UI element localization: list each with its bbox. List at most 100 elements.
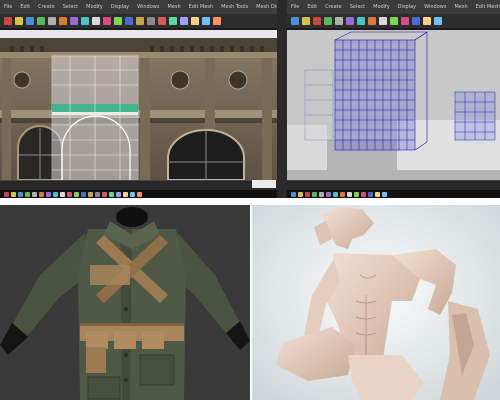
left-taskbar	[0, 190, 277, 198]
left-menu-item[interactable]: Mesh Tools	[221, 4, 248, 10]
left-taskbar-app-icon[interactable]	[53, 191, 58, 197]
left-taskbar-app-icon[interactable]	[11, 191, 16, 197]
right-menu-item[interactable]: Select	[350, 4, 365, 10]
right-taskbar-app-icon[interactable]	[347, 191, 352, 197]
right-shelf-tool-icon[interactable]	[313, 17, 321, 25]
left-menu-item[interactable]: Display	[111, 4, 129, 10]
left-shelf-tool-icon[interactable]	[81, 17, 89, 25]
right-taskbar-app-icon[interactable]	[298, 191, 303, 197]
left-shelf-tool-icon[interactable]	[147, 17, 155, 25]
right-taskbar-app-icon[interactable]	[312, 191, 317, 197]
jacket-render	[0, 205, 250, 400]
left-shelf-tool-icon[interactable]	[70, 17, 78, 25]
right-shelf-tool-icon[interactable]	[434, 17, 442, 25]
left-shelf-tool-icon[interactable]	[158, 17, 166, 25]
left-shelf-tool-icon[interactable]	[4, 17, 12, 25]
left-taskbar-app-icon[interactable]	[46, 191, 51, 197]
right-menu-item[interactable]: Edit	[307, 4, 317, 10]
right-shelf-tool-icon[interactable]	[357, 17, 365, 25]
wireframe-render	[287, 30, 500, 180]
left-taskbar-app-icon[interactable]	[81, 191, 86, 197]
marble-statue-render	[252, 205, 500, 400]
right-taskbar-app-icon[interactable]	[361, 191, 366, 197]
right-shelf-toolbar	[287, 14, 500, 28]
left-menu-item[interactable]: Mesh Display	[256, 4, 277, 10]
left-taskbar-app-icon[interactable]	[102, 191, 107, 197]
right-taskbar-app-icon[interactable]	[375, 191, 380, 197]
left-shelf-tool-icon[interactable]	[59, 17, 67, 25]
left-menu-item[interactable]: Modify	[86, 4, 103, 10]
left-taskbar-app-icon[interactable]	[32, 191, 37, 197]
left-shelf-tool-icon[interactable]	[114, 17, 122, 25]
right-timeline[interactable]	[287, 180, 500, 190]
right-taskbar-app-icon[interactable]	[382, 191, 387, 197]
left-menu-item[interactable]: Select	[63, 4, 78, 10]
left-menu-item[interactable]: Edit Mesh	[189, 4, 213, 10]
left-menu-item[interactable]: Windows	[137, 4, 159, 10]
right-menu-item[interactable]: Create	[325, 4, 342, 10]
left-taskbar-app-icon[interactable]	[137, 191, 142, 197]
right-menu-item[interactable]: Display	[398, 4, 416, 10]
right-shelf-tool-icon[interactable]	[291, 17, 299, 25]
right-taskbar-app-icon[interactable]	[354, 191, 359, 197]
right-shelf-tool-icon[interactable]	[302, 17, 310, 25]
left-shelf-tool-icon[interactable]	[202, 17, 210, 25]
left-menu-item[interactable]: Create	[38, 4, 55, 10]
right-menu-item[interactable]: Modify	[373, 4, 390, 10]
left-taskbar-app-icon[interactable]	[130, 191, 135, 197]
right-taskbar-app-icon[interactable]	[326, 191, 331, 197]
left-shelf-tool-icon[interactable]	[136, 17, 144, 25]
left-taskbar-app-icon[interactable]	[39, 191, 44, 197]
left-shelf-tool-icon[interactable]	[169, 17, 177, 25]
left-taskbar-app-icon[interactable]	[88, 191, 93, 197]
right-shelf-tool-icon[interactable]	[401, 17, 409, 25]
right-taskbar	[287, 190, 500, 198]
left-menubar: File Edit Create Select Modify Display Windows…	[0, 0, 277, 14]
left-taskbar-app-icon[interactable]	[67, 191, 72, 197]
left-timeline[interactable]	[0, 180, 277, 190]
left-taskbar-app-icon[interactable]	[60, 191, 65, 197]
left-shelf-tool-icon[interactable]	[180, 17, 188, 25]
left-taskbar-app-icon[interactable]	[109, 191, 114, 197]
left-taskbar-app-icon[interactable]	[116, 191, 121, 197]
left-taskbar-app-icon[interactable]	[95, 191, 100, 197]
left-taskbar-app-icon[interactable]	[18, 191, 23, 197]
left-shelf-tool-icon[interactable]	[213, 17, 221, 25]
right-taskbar-app-icon[interactable]	[305, 191, 310, 197]
right-menu-item[interactable]: Edit Mesh	[476, 4, 500, 10]
left-shelf-tool-icon[interactable]	[48, 17, 56, 25]
left-shelf-tool-icon[interactable]	[37, 17, 45, 25]
right-shelf-tool-icon[interactable]	[379, 17, 387, 25]
right-shelf-tool-icon[interactable]	[412, 17, 420, 25]
left-shelf-tool-icon[interactable]	[125, 17, 133, 25]
left-menu-item[interactable]: Mesh	[167, 4, 180, 10]
right-taskbar-app-icon[interactable]	[368, 191, 373, 197]
right-shelf-tool-icon[interactable]	[423, 17, 431, 25]
right-shelf-tool-icon[interactable]	[335, 17, 343, 25]
right-shelf-tool-icon[interactable]	[346, 17, 354, 25]
right-shelf-tool-icon[interactable]	[390, 17, 398, 25]
right-taskbar-app-icon[interactable]	[319, 191, 324, 197]
right-shelf-tool-icon[interactable]	[368, 17, 376, 25]
right-taskbar-app-icon[interactable]	[340, 191, 345, 197]
left-shelf-tool-icon[interactable]	[15, 17, 23, 25]
left-shelf-tool-icon[interactable]	[191, 17, 199, 25]
right-shelf-tool-icon[interactable]	[324, 17, 332, 25]
left-shelf-tool-icon[interactable]	[103, 17, 111, 25]
left-taskbar-app-icon[interactable]	[25, 191, 30, 197]
left-shelf-tool-icon[interactable]	[92, 17, 100, 25]
right-taskbar-app-icon[interactable]	[333, 191, 338, 197]
window-divider	[277, 0, 287, 200]
building-facade-viewport[interactable]	[0, 30, 277, 180]
left-taskbar-app-icon[interactable]	[123, 191, 128, 197]
right-menu-item[interactable]: Mesh	[454, 4, 467, 10]
wireframe-building-viewport[interactable]	[287, 30, 500, 180]
left-menu-item[interactable]: File	[4, 4, 12, 10]
left-taskbar-app-icon[interactable]	[4, 191, 9, 197]
right-taskbar-app-icon[interactable]	[291, 191, 296, 197]
left-menu-item[interactable]: Edit	[20, 4, 30, 10]
right-menu-item[interactable]: File	[291, 4, 299, 10]
left-taskbar-app-icon[interactable]	[74, 191, 79, 197]
left-shelf-tool-icon[interactable]	[26, 17, 34, 25]
right-menu-item[interactable]: Windows	[424, 4, 446, 10]
